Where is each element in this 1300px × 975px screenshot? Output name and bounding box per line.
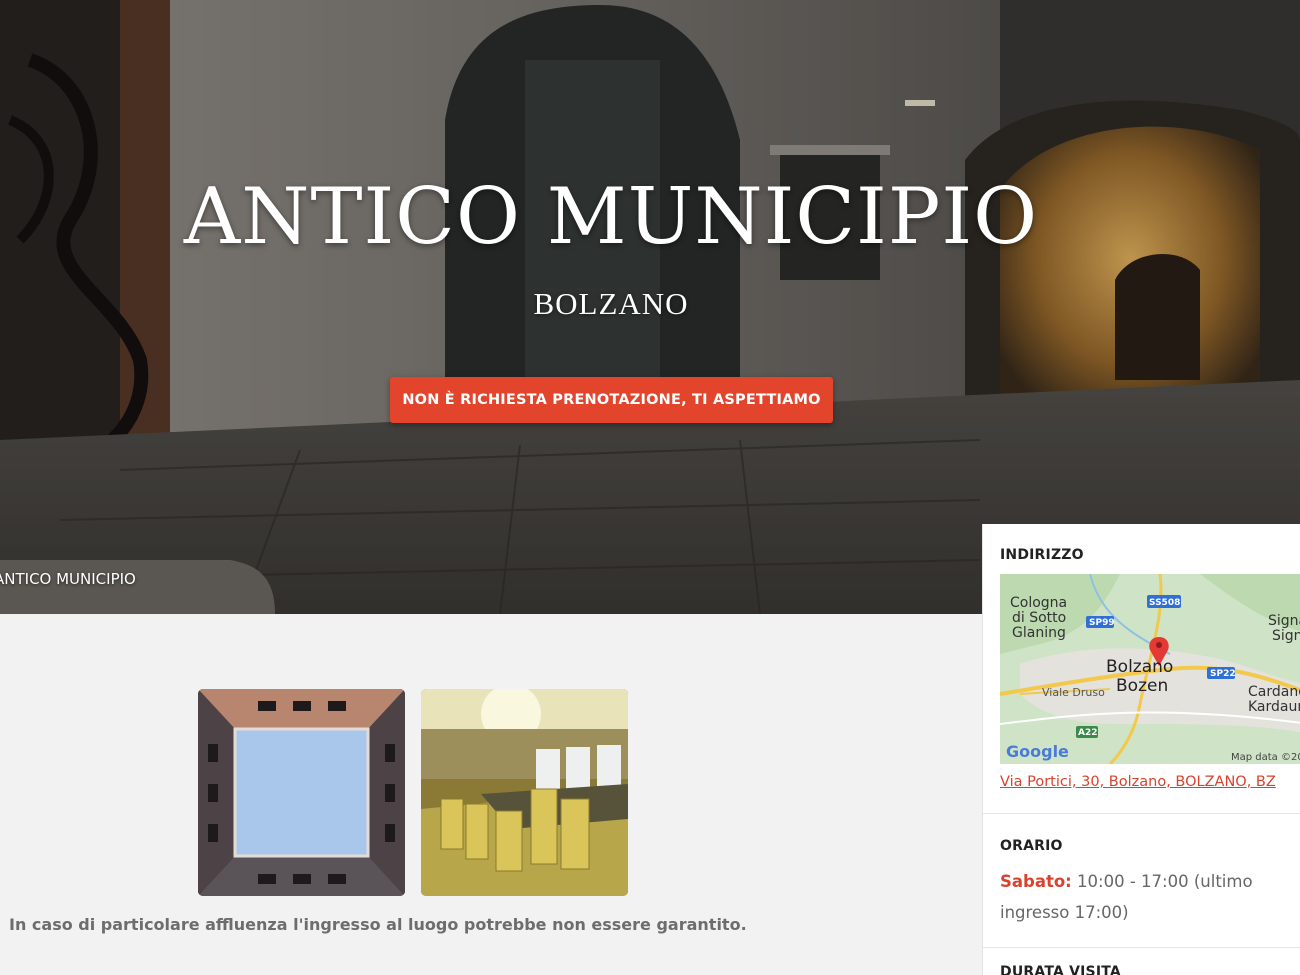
road-badge: A22 (1078, 728, 1098, 738)
duration-heading: DURATA VISITA (1000, 964, 1121, 975)
road-badge: SP99 (1089, 618, 1115, 628)
road-badge: SS508 (1149, 598, 1180, 608)
map-label: Cardano (1248, 684, 1300, 700)
google-logo: Google (1006, 742, 1069, 761)
address-heading: INDIRIZZO (1000, 547, 1084, 563)
map-label-city: Bolzano (1106, 657, 1173, 677)
info-card: INDIRIZZO Cologna di Sotto Glaning Bolza… (982, 524, 1300, 975)
map-label: Sign (1272, 628, 1300, 644)
courtyard-image (198, 689, 405, 896)
road-badge: SP22 (1210, 669, 1236, 679)
divider (983, 947, 1300, 948)
map-label: Viale Druso (1042, 686, 1105, 699)
map-label: Signa (1268, 613, 1300, 629)
breadcrumb[interactable]: ANTICO MUNICIPIO (0, 570, 136, 588)
location-map[interactable]: Cologna di Sotto Glaning Bolzano Bozen V… (1000, 574, 1300, 764)
no-booking-required-button[interactable]: NON È RICHIESTA PRENOTAZIONE, TI ASPETTI… (390, 377, 833, 423)
address-link[interactable]: Via Portici, 30, Bolzano, BOLZANO, BZ (1000, 774, 1276, 790)
page-title: ANTICO MUNICIPIO (183, 172, 1039, 262)
crowding-notice: In caso di particolare affluenza l'ingre… (9, 915, 747, 934)
hero-banner: ANTICO MUNICIPIO BOLZANO NON È RICHIESTA… (0, 0, 1300, 614)
hours-day: Sabato: (1000, 872, 1072, 891)
map-label: di Sotto (1012, 610, 1066, 626)
map-label: Glaning (1012, 625, 1066, 641)
map-image: Cologna di Sotto Glaning Bolzano Bozen V… (1000, 574, 1300, 764)
map-label: Kardaun (1248, 699, 1300, 715)
hours-heading: ORARIO (1000, 838, 1063, 854)
divider (983, 813, 1300, 814)
gallery-image-courtyard[interactable] (198, 689, 405, 896)
opening-hours: Sabato: 10:00 - 17:00 (ultimo ingresso 1… (1000, 866, 1300, 928)
page-subtitle: BOLZANO (533, 286, 689, 321)
meeting-room-image (421, 689, 628, 896)
map-label-city: Bozen (1116, 676, 1168, 696)
map-label: Cologna (1010, 595, 1067, 611)
gallery-image-meeting-room[interactable] (421, 689, 628, 896)
map-attribution: Map data ©20 (1231, 752, 1300, 763)
